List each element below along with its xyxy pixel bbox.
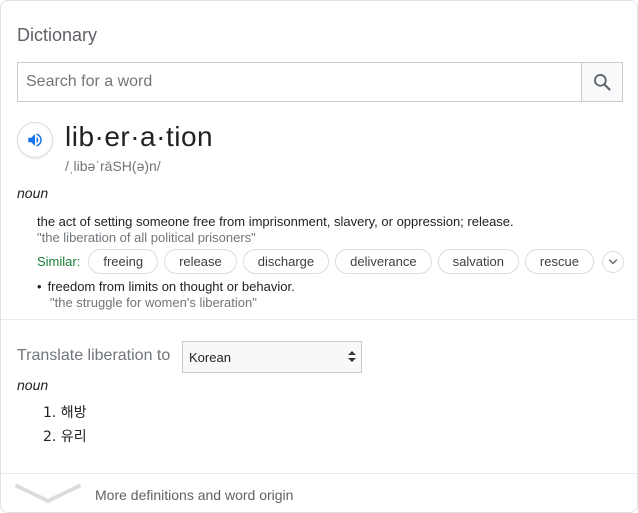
language-select[interactable]: Korean xyxy=(182,341,362,373)
language-select-value: Korean xyxy=(189,349,231,365)
similar-chip[interactable]: freeing xyxy=(88,249,159,274)
similar-chip[interactable]: rescue xyxy=(524,249,594,274)
more-definitions-link[interactable]: More definitions and word origin xyxy=(95,487,293,503)
translation-item: 1. 해방 xyxy=(43,405,87,421)
expand-chevron-icon[interactable] xyxy=(15,483,81,510)
part-of-speech: noun xyxy=(17,185,49,201)
more-similar-button[interactable] xyxy=(601,250,624,273)
divider xyxy=(1,319,637,320)
pronounce-button[interactable] xyxy=(17,122,53,158)
search-input[interactable] xyxy=(18,63,581,101)
definition-2-text: freedom from limits on thought or behavi… xyxy=(47,279,295,294)
example-1: "the liberation of all political prisone… xyxy=(37,230,256,245)
similar-label: Similar: xyxy=(37,254,81,269)
translate-label: Translate liberation to xyxy=(17,347,171,364)
search-button[interactable] xyxy=(581,63,622,101)
divider xyxy=(1,473,637,474)
definition-1: the act of setting someone free from imp… xyxy=(37,214,514,229)
example-2: "the struggle for women's liberation" xyxy=(50,295,257,310)
speaker-icon xyxy=(28,133,42,147)
similar-chip[interactable]: discharge xyxy=(242,249,330,274)
similar-chip[interactable]: salvation xyxy=(437,249,519,274)
search-box xyxy=(17,62,623,102)
similar-chip[interactable]: release xyxy=(164,249,237,274)
search-icon xyxy=(594,74,611,91)
translation-item: 2. 유리 xyxy=(43,429,87,445)
translate-part-of-speech: noun xyxy=(17,377,49,393)
headword: lib·er·a·tion xyxy=(65,121,214,152)
card-title: Dictionary xyxy=(17,25,98,45)
similar-chip[interactable]: deliverance xyxy=(335,249,432,274)
phonetic: /ˌlibəˈrāSH(ə)n/ xyxy=(65,158,161,174)
chevron-down-icon xyxy=(608,258,618,264)
definition-2: freedom from limits on thought or behavi… xyxy=(37,279,295,294)
select-arrows-icon xyxy=(348,350,356,363)
dictionary-card: Dictionary lib·er·a·tion /ˌlibəˈrāSH(ə)n… xyxy=(0,0,638,513)
similar-row: Similar: freeing release discharge deliv… xyxy=(37,249,624,274)
